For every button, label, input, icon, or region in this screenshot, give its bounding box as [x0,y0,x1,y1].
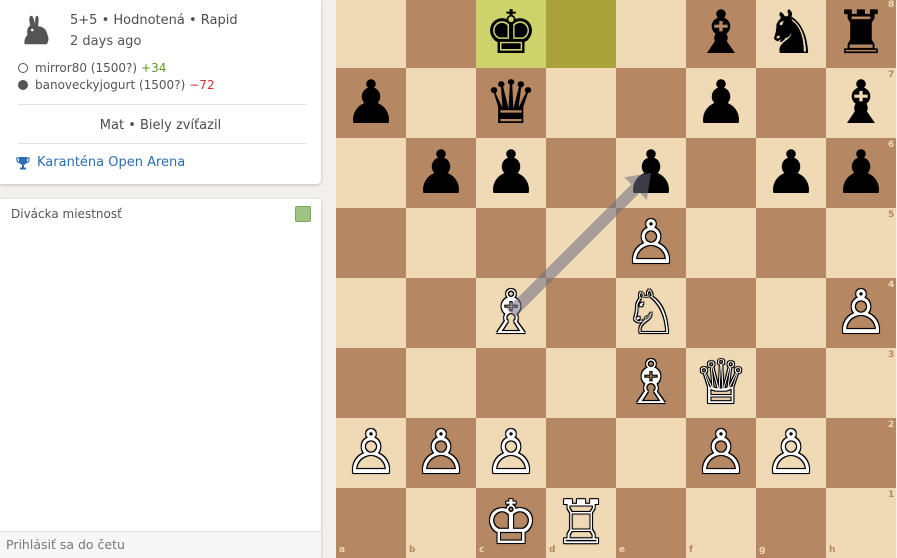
square-g4[interactable] [756,278,826,348]
chat-title: Divácka miestnosť [11,207,122,221]
black-player[interactable]: banoveckyjogurt (1500?) −72 [18,78,215,92]
white-piece-c4[interactable]: ♗ [476,278,546,348]
white-piece-h4[interactable]: ♙ [826,278,896,348]
square-c3[interactable] [476,348,546,418]
square-c5[interactable] [476,208,546,278]
square-a3[interactable] [336,348,406,418]
square-h3[interactable] [826,348,896,418]
black-piece-e6[interactable]: ♟ [616,138,686,208]
white-piece-d1[interactable]: ♖ [546,488,616,558]
black-piece-h7[interactable]: ♝ [826,68,896,138]
black-piece-f8[interactable]: ♝ [686,0,756,68]
square-f5[interactable] [686,208,756,278]
chat-input-placeholder: Prihlásiť sa do četu [6,537,125,552]
file-label: a [339,545,346,555]
game-info-card: 5+5 • Hodnotená • Rapid 2 days ago mirro… [0,0,321,184]
black-piece-c6[interactable]: ♟ [476,138,546,208]
white-piece-e3[interactable]: ♗ [616,348,686,418]
black-piece-f7[interactable]: ♟ [686,68,756,138]
square-a1[interactable] [336,488,406,558]
square-a6[interactable] [336,138,406,208]
chess-board[interactable]: 8 7 6 5 4 3 2 a b c d e f g 1 h ♚ ♝ ♞ ♜ ♟ ♛ ♟ ♝ ♟ ♟ ♟ ♟ ♟ ♙ ♗ ♘ ♙ ♗ ♕ ♙ ♙ ♙ ♙ ♙… [336,0,896,558]
square-g5[interactable] [756,208,826,278]
white-piece-f3[interactable]: ♕ [686,348,756,418]
white-color-icon [18,63,28,73]
file-label: b [409,545,416,555]
rapid-rabbit-icon [24,15,49,45]
white-piece-e5[interactable]: ♙ [616,208,686,278]
rank-label: 5 [888,210,895,220]
square-e2[interactable] [616,418,686,488]
rank-label: 1 [888,490,895,500]
white-rating-diff: +34 [141,61,167,75]
white-piece-c1[interactable]: ♔ [476,488,546,558]
file-label: h [829,545,836,555]
square-d8[interactable] [546,0,616,68]
black-color-icon [18,80,28,90]
square-f6[interactable] [686,138,756,208]
square-d5[interactable] [546,208,616,278]
spectator-chat: Divácka miestnosť Prihlásiť sa do četu [0,199,321,558]
square-a4[interactable] [336,278,406,348]
square-a8[interactable] [336,0,406,68]
square-g7[interactable] [756,68,826,138]
square-d2[interactable] [546,418,616,488]
square-a5[interactable] [336,208,406,278]
white-piece-g2[interactable]: ♙ [756,418,826,488]
square-b8[interactable] [406,0,476,68]
trophy-icon [16,156,30,169]
square-g3[interactable] [756,348,826,418]
white-player-name[interactable]: mirror80 (1500?) [35,61,137,75]
file-label: f [689,545,693,555]
white-piece-a2[interactable]: ♙ [336,418,406,488]
divider [18,143,307,144]
white-piece-c2[interactable]: ♙ [476,418,546,488]
square-d4[interactable] [546,278,616,348]
black-piece-g6[interactable]: ♟ [756,138,826,208]
black-piece-h8[interactable]: ♜ [826,0,896,68]
file-label: e [619,545,626,555]
black-rating-diff: −72 [189,78,215,92]
square-b5[interactable] [406,208,476,278]
chat-toggle[interactable] [295,206,311,222]
tournament-name[interactable]: Karanténa Open Arena [37,155,185,170]
square-d3[interactable] [546,348,616,418]
black-piece-b6[interactable]: ♟ [406,138,476,208]
square-e1[interactable] [616,488,686,558]
black-piece-c8[interactable]: ♚ [476,0,546,68]
square-h2[interactable] [826,418,896,488]
square-d7[interactable] [546,68,616,138]
square-f4[interactable] [686,278,756,348]
black-player-name[interactable]: banoveckyjogurt (1500?) [35,78,185,92]
tournament-link[interactable]: Karanténa Open Arena [16,155,185,170]
square-b7[interactable] [406,68,476,138]
file-label: g [759,545,766,555]
game-time-ago: 2 days ago [70,34,142,49]
white-player[interactable]: mirror80 (1500?) +34 [18,61,166,75]
square-d6[interactable] [546,138,616,208]
game-result: Mat • Biely zvíťazil [99,118,222,133]
black-piece-c7[interactable]: ♛ [476,68,546,138]
white-piece-b2[interactable]: ♙ [406,418,476,488]
black-piece-g8[interactable]: ♞ [756,0,826,68]
square-f1[interactable] [686,488,756,558]
square-h5[interactable] [826,208,896,278]
black-piece-h6[interactable]: ♟ [826,138,896,208]
square-b1[interactable] [406,488,476,558]
square-e7[interactable] [616,68,686,138]
black-piece-a7[interactable]: ♟ [336,68,406,138]
rank-label: 2 [888,420,895,430]
square-g1[interactable] [756,488,826,558]
chat-input[interactable]: Prihlásiť sa do četu [0,531,321,558]
square-b4[interactable] [406,278,476,348]
square-e8[interactable] [616,0,686,68]
white-piece-e4[interactable]: ♘ [616,278,686,348]
square-b3[interactable] [406,348,476,418]
white-piece-f2[interactable]: ♙ [686,418,756,488]
game-meta: 5+5 • Hodnotená • Rapid [70,13,238,28]
divider [18,104,307,105]
rank-label: 3 [888,350,895,360]
square-h1[interactable] [826,488,896,558]
